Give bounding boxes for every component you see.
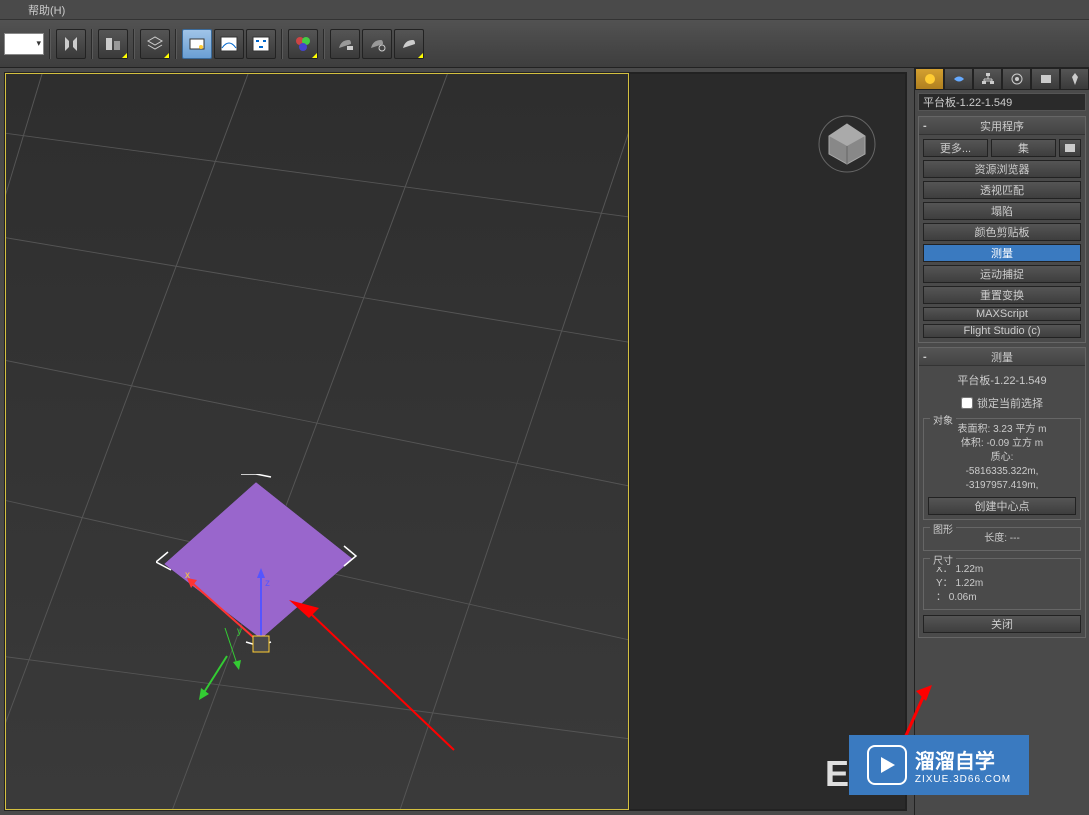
shape-group: 图形 长度: --- xyxy=(923,527,1081,551)
secondary-viewport[interactable] xyxy=(629,73,906,810)
measure-rollout: -测量 平台板-1.22-1.549 锁定当前选择 对象 表面积: 3.23 平… xyxy=(918,347,1086,638)
measure-button[interactable]: 测量 xyxy=(923,244,1081,262)
render-setup-button[interactable] xyxy=(330,29,360,59)
menubar: 帮助(H) xyxy=(0,0,1089,20)
help-menu[interactable]: 帮助(H) xyxy=(20,2,73,18)
curve-editor-button[interactable] xyxy=(214,29,244,59)
graphite-button[interactable] xyxy=(182,29,212,59)
watermark-bg-icon: E xyxy=(825,753,849,795)
lock-selection-label: 锁定当前选择 xyxy=(977,395,1043,411)
perspective-viewport[interactable]: z x y xyxy=(5,73,629,810)
material-editor-button[interactable] xyxy=(288,29,318,59)
asset-browser-button[interactable]: 资源浏览器 xyxy=(923,160,1081,178)
size-group: 尺寸 X： 1.22m Y： 1.22m ： 0.06m xyxy=(923,558,1081,610)
create-center-button[interactable]: 创建中心点 xyxy=(928,497,1076,515)
color-clipboard-button[interactable]: 颜色剪贴板 xyxy=(923,223,1081,241)
motion-capture-button[interactable]: 运动捕捉 xyxy=(923,265,1081,283)
object-group: 对象 表面积: 3.23 平方 m 体积: -0.09 立方 m 质心: -58… xyxy=(923,418,1081,520)
rendered-frame-button[interactable] xyxy=(362,29,392,59)
render-button[interactable] xyxy=(394,29,424,59)
viewport-container: z x y xyxy=(0,68,914,815)
command-panel-tabs xyxy=(915,68,1089,90)
reset-xform-button[interactable]: 重置变换 xyxy=(923,286,1081,304)
align-button[interactable] xyxy=(98,29,128,59)
create-tab[interactable] xyxy=(915,68,944,90)
modify-tab[interactable] xyxy=(944,68,973,90)
mirror-button[interactable] xyxy=(56,29,86,59)
config-button[interactable] xyxy=(1059,139,1081,157)
svg-text:y: y xyxy=(237,626,242,637)
watermark: 溜溜自学 ZIXUE.3D66.COM xyxy=(849,735,1029,795)
gizmo-icon[interactable]: z x y xyxy=(181,564,281,714)
viewcube-icon[interactable] xyxy=(817,114,877,174)
sets-button[interactable]: 集 xyxy=(991,139,1056,157)
svg-text:x: x xyxy=(185,570,190,581)
measured-object-label: 平台板-1.22-1.549 xyxy=(923,370,1081,390)
utilities-tab[interactable] xyxy=(1060,68,1089,90)
more-button[interactable]: 更多... xyxy=(923,139,988,157)
layers-button[interactable] xyxy=(140,29,170,59)
viewport[interactable]: z x y xyxy=(4,72,907,811)
hierarchy-tab[interactable] xyxy=(973,68,1002,90)
object-name-field[interactable]: 平台板-1.22-1.549 xyxy=(918,93,1086,111)
collapse-button[interactable]: 塌陷 xyxy=(923,202,1081,220)
lock-selection-checkbox[interactable] xyxy=(961,397,973,409)
toolbar: ▾ xyxy=(0,20,1089,68)
utilities-rollout-header[interactable]: -实用程序 xyxy=(919,117,1085,135)
utilities-rollout: -实用程序 更多... 集 资源浏览器 透视匹配 塌陷 颜色剪贴板 测量 运动捕… xyxy=(918,116,1086,343)
watermark-logo-icon xyxy=(867,745,907,785)
flight-studio-button[interactable]: Flight Studio (c) xyxy=(923,324,1081,338)
measure-rollout-header[interactable]: -测量 xyxy=(919,348,1085,366)
perspective-match-button[interactable]: 透视匹配 xyxy=(923,181,1081,199)
selection-set-dropdown[interactable]: ▾ xyxy=(4,33,44,55)
command-panel: 平台板-1.22-1.549 -实用程序 更多... 集 资源浏览器 透视匹配 … xyxy=(914,68,1089,815)
svg-text:z: z xyxy=(265,578,270,589)
maxscript-button[interactable]: MAXScript xyxy=(923,307,1081,321)
close-button[interactable]: 关闭 xyxy=(923,615,1081,633)
schematic-view-button[interactable] xyxy=(246,29,276,59)
motion-tab[interactable] xyxy=(1002,68,1031,90)
display-tab[interactable] xyxy=(1031,68,1060,90)
